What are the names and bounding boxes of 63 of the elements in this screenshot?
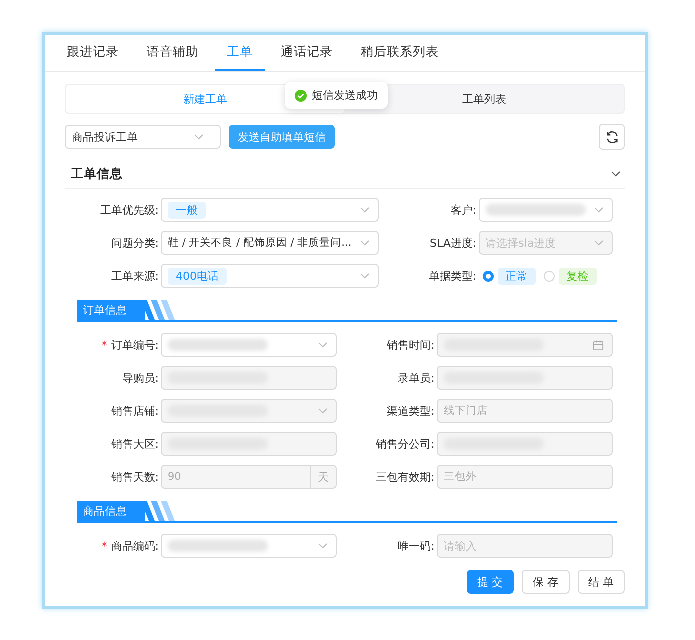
field-label: 渠道类型: xyxy=(387,404,435,418)
chevron-down-icon xyxy=(360,207,370,213)
required-mark: * xyxy=(102,540,108,552)
value-tag: 400电话 xyxy=(168,268,227,284)
chevron-down-icon xyxy=(318,408,328,414)
select-field[interactable]: 鞋 / 开关不良 / 配饰原因 / 非质量问... xyxy=(161,231,379,255)
chevron-down-icon xyxy=(318,342,328,348)
footer-button[interactable]: 保 存 xyxy=(522,570,570,594)
field-label: 唯一码: xyxy=(398,538,435,554)
field-label: 工单来源: xyxy=(111,268,159,284)
field-label: 销售分公司: xyxy=(376,436,435,452)
send-sms-button[interactable]: 发送自助填单短信 xyxy=(229,125,335,149)
field-value: 线下门店 xyxy=(444,404,488,418)
refresh-icon xyxy=(604,130,620,144)
option-tag: 复检 xyxy=(558,268,597,284)
tab[interactable]: 通话记录 xyxy=(269,35,345,71)
select-field[interactable] xyxy=(478,198,613,222)
field-label: 工单优先级: xyxy=(100,202,159,218)
field-label: 销售大区: xyxy=(111,436,159,452)
calendar-icon xyxy=(592,340,604,350)
unit-suffix: 天 xyxy=(310,466,336,488)
field-value: 鞋 / 开关不良 / 配饰原因 / 非质量问... xyxy=(168,236,352,250)
field-label: 导购员: xyxy=(122,370,159,386)
field-label: 销售天数: xyxy=(111,470,159,484)
chevron-down-icon xyxy=(194,134,204,140)
tab[interactable]: 语音辅助 xyxy=(135,35,211,71)
chevron-down-icon xyxy=(360,240,370,246)
field-label: 问题分类: xyxy=(111,236,159,250)
chevron-down-icon xyxy=(318,543,328,549)
success-icon xyxy=(295,90,307,102)
placeholder-text: 请选择sla进度 xyxy=(486,236,556,250)
value-tag: 一般 xyxy=(168,202,206,218)
radio-button[interactable] xyxy=(482,270,494,282)
footer-button[interactable]: 结 单 xyxy=(578,570,625,594)
field-label: 商品编码: xyxy=(111,538,159,554)
required-mark: * xyxy=(102,338,108,352)
field-label: SLA进度: xyxy=(430,236,477,250)
field-label: 销售时间: xyxy=(387,338,435,352)
placeholder-text: 请输入 xyxy=(444,538,477,554)
field-value: 90 xyxy=(168,471,182,483)
tab[interactable]: 跟进记录 xyxy=(55,35,131,71)
tab[interactable]: 稍后联系列表 xyxy=(349,35,451,71)
section-title: 工单信息 xyxy=(71,166,123,182)
field-label: 订单编号: xyxy=(111,338,159,352)
field-label: 单据类型: xyxy=(428,268,477,284)
select-field[interactable]: 400电话 xyxy=(161,264,379,288)
select-field[interactable]: 一般 xyxy=(161,198,379,222)
tab[interactable]: 工单 xyxy=(215,35,265,71)
chevron-down-icon[interactable] xyxy=(610,171,621,177)
field-label: 三包有效期: xyxy=(376,470,435,484)
select-field[interactable] xyxy=(161,333,337,357)
chevron-down-icon xyxy=(594,240,604,246)
type-select[interactable]: 商品投诉工单 xyxy=(65,125,221,149)
field-label: 销售店铺: xyxy=(111,404,159,418)
select-field[interactable] xyxy=(161,534,337,558)
chevron-down-icon xyxy=(360,273,370,279)
field-value: 三包外 xyxy=(444,470,477,484)
submit-button[interactable]: 提 交 xyxy=(466,570,514,594)
option-tag: 正常 xyxy=(498,268,536,284)
chevron-down-icon xyxy=(594,207,604,213)
field-label: 客户: xyxy=(450,202,477,218)
field-label: 录单员: xyxy=(398,370,435,386)
refresh-button[interactable] xyxy=(599,124,625,150)
